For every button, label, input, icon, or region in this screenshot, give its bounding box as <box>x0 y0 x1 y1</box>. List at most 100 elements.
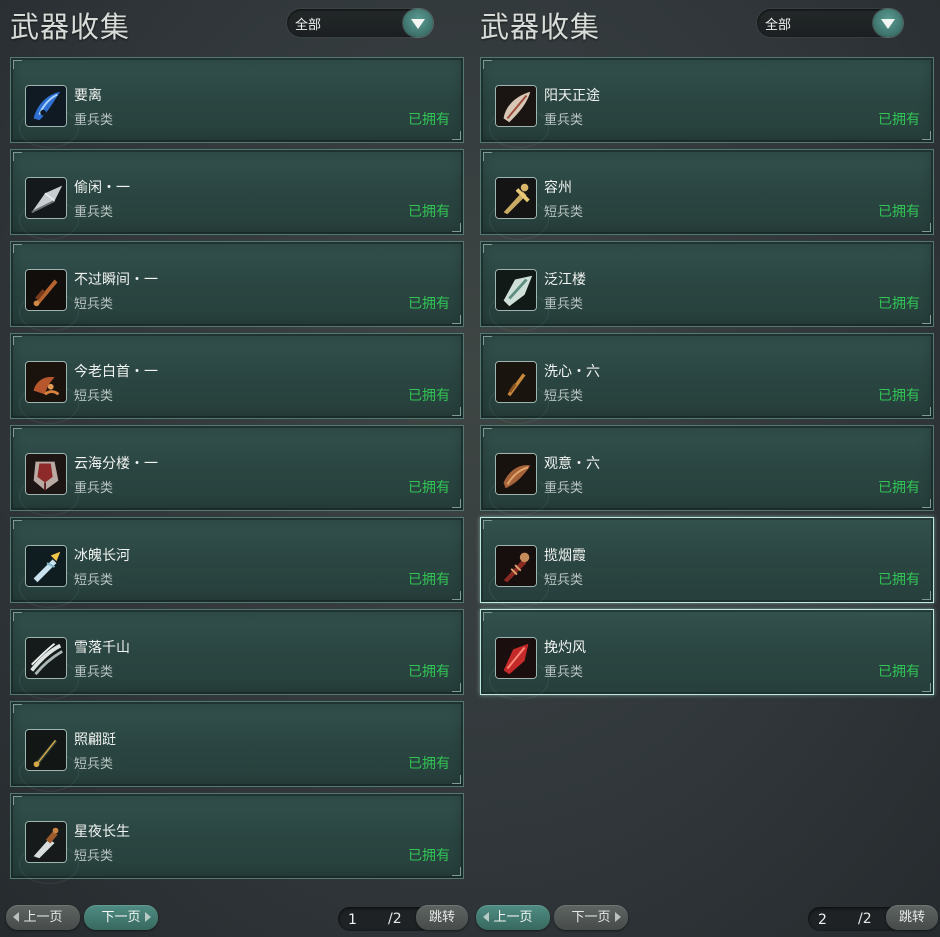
category-filter-dropdown[interactable]: 全部 <box>287 9 433 37</box>
prev-page-button[interactable]: 上一页 <box>6 905 80 930</box>
weapon-card[interactable]: 要离 重兵类 已拥有 <box>10 57 464 148</box>
bronze-short-sword-icon <box>25 269 67 311</box>
weapon-list: 要离 重兵类 已拥有 偷闲・一 重兵类 已拥有 不过瞬间・一 短兵类 已拥有 今… <box>10 57 464 885</box>
jump-button[interactable]: 跳转 <box>416 905 468 930</box>
page-number-input[interactable] <box>348 911 380 928</box>
weapon-type: 短兵类 <box>74 849 114 864</box>
weapon-type: 重兵类 <box>74 113 114 128</box>
chevron-down-icon[interactable] <box>403 9 433 37</box>
weapon-type: 短兵类 <box>74 573 114 588</box>
weapon-type: 短兵类 <box>544 389 584 404</box>
owned-status: 已拥有 <box>408 664 450 680</box>
weapon-type: 短兵类 <box>544 573 584 588</box>
weapon-type: 重兵类 <box>544 297 584 312</box>
bronze-hook-blade-icon <box>25 361 67 403</box>
owned-status: 已拥有 <box>878 572 920 588</box>
owned-status: 已拥有 <box>878 112 920 128</box>
owned-status: 已拥有 <box>878 480 920 496</box>
owned-status: 已拥有 <box>878 388 920 404</box>
owned-status: 已拥有 <box>408 112 450 128</box>
owned-status: 已拥有 <box>408 756 450 772</box>
weapon-collection-panel-right: 武器收集 全部 阳天正途 重兵类 已拥有 容州 短兵类 已拥有 泛江楼 重兵类 … <box>470 0 940 937</box>
chevron-right-icon <box>145 912 151 922</box>
jade-broad-blade-icon <box>495 269 537 311</box>
red-crystal-blade-icon <box>495 637 537 679</box>
pale-leaf-blade-icon <box>495 85 537 127</box>
next-page-button[interactable]: 下一页 <box>554 905 628 930</box>
weapon-type: 重兵类 <box>544 665 584 680</box>
weapon-name: 要离 <box>74 88 102 104</box>
gold-dagger-icon <box>25 729 67 771</box>
weapon-card-selected[interactable]: 挽灼风 重兵类 已拥有 <box>480 609 934 700</box>
weapon-card[interactable]: 阳天正途 重兵类 已拥有 <box>480 57 934 148</box>
next-page-label: 下一页 <box>571 910 611 925</box>
prev-page-button[interactable]: 上一页 <box>476 905 550 930</box>
owned-status: 已拥有 <box>408 388 450 404</box>
weapon-card[interactable]: 偷闲・一 重兵类 已拥有 <box>10 149 464 240</box>
weapon-card[interactable]: 今老白首・一 短兵类 已拥有 <box>10 333 464 424</box>
chevron-left-icon <box>483 912 489 922</box>
weapon-card[interactable]: 雪落千山 重兵类 已拥有 <box>10 609 464 700</box>
weapon-name: 挽灼风 <box>544 640 586 656</box>
weapon-type: 短兵类 <box>544 205 584 220</box>
silver-leaf-blade-icon <box>25 177 67 219</box>
weapon-name: 今老白首・一 <box>74 364 158 380</box>
owned-status: 已拥有 <box>878 204 920 220</box>
chevron-down-icon[interactable] <box>873 9 903 37</box>
weapon-card[interactable]: 照翩跹 短兵类 已拥有 <box>10 701 464 792</box>
weapon-name: 照翩跹 <box>74 732 116 748</box>
weapon-name: 不过瞬间・一 <box>74 272 158 288</box>
page-total: /2 <box>388 911 402 927</box>
page-number-input[interactable] <box>818 911 850 928</box>
prev-page-label: 上一页 <box>493 910 533 925</box>
next-page-button[interactable]: 下一页 <box>84 905 158 930</box>
weapon-name: 阳天正途 <box>544 88 600 104</box>
filter-selected-value: 全部 <box>765 18 792 33</box>
weapon-name: 云海分楼・一 <box>74 456 158 472</box>
weapon-card[interactable]: 容州 短兵类 已拥有 <box>480 149 934 240</box>
owned-status: 已拥有 <box>408 204 450 220</box>
ice-crystal-sword-icon <box>25 545 67 587</box>
weapon-name: 星夜长生 <box>74 824 130 840</box>
gold-short-dagger-icon <box>495 361 537 403</box>
owned-status: 已拥有 <box>408 572 450 588</box>
weapon-type: 重兵类 <box>74 205 114 220</box>
owned-status: 已拥有 <box>878 664 920 680</box>
weapon-name: 洗心・六 <box>544 364 600 380</box>
crimson-thorn-sword-icon <box>495 545 537 587</box>
weapon-card[interactable]: 观意・六 重兵类 已拥有 <box>480 425 934 516</box>
weapon-name: 偷闲・一 <box>74 180 130 196</box>
weapon-card[interactable]: 冰魄长河 短兵类 已拥有 <box>10 517 464 608</box>
copper-curved-blade-icon <box>495 453 537 495</box>
weapon-type: 短兵类 <box>74 297 114 312</box>
chevron-right-icon <box>615 912 621 922</box>
weapon-type: 短兵类 <box>74 389 114 404</box>
jump-button[interactable]: 跳转 <box>886 905 938 930</box>
white-claw-blade-icon <box>25 637 67 679</box>
page-total: /2 <box>858 911 872 927</box>
weapon-card[interactable]: 不过瞬间・一 短兵类 已拥有 <box>10 241 464 332</box>
weapon-name: 泛江楼 <box>544 272 586 288</box>
weapon-card[interactable]: 洗心・六 短兵类 已拥有 <box>480 333 934 424</box>
weapon-card[interactable]: 云海分楼・一 重兵类 已拥有 <box>10 425 464 516</box>
weapon-type: 短兵类 <box>74 757 114 772</box>
weapon-type: 重兵类 <box>74 665 114 680</box>
blue-crescent-blade-icon <box>25 85 67 127</box>
filter-selected-value: 全部 <box>295 18 322 33</box>
pagination: 上一页 下一页 /2 跳转 <box>470 905 940 931</box>
weapon-name: 揽烟霞 <box>544 548 586 564</box>
weapon-type: 重兵类 <box>544 113 584 128</box>
pagination: 上一页 下一页 /2 跳转 <box>0 905 470 931</box>
prev-page-label: 上一页 <box>23 910 63 925</box>
owned-status: 已拥有 <box>408 848 450 864</box>
steel-dagger-icon <box>25 821 67 863</box>
panel-title: 武器收集 <box>480 10 601 44</box>
weapon-collection-panel-left: 武器收集 全部 要离 重兵类 已拥有 偷闲・一 重兵类 已拥有 不过瞬间・一 短… <box>0 0 470 937</box>
category-filter-dropdown[interactable]: 全部 <box>757 9 903 37</box>
weapon-card[interactable]: 泛江楼 重兵类 已拥有 <box>480 241 934 332</box>
weapon-name: 冰魄长河 <box>74 548 130 564</box>
weapon-type: 重兵类 <box>74 481 114 496</box>
gold-ornate-sword-icon <box>495 177 537 219</box>
weapon-card[interactable]: 星夜长生 短兵类 已拥有 <box>10 793 464 884</box>
weapon-card-selected[interactable]: 揽烟霞 短兵类 已拥有 <box>480 517 934 608</box>
